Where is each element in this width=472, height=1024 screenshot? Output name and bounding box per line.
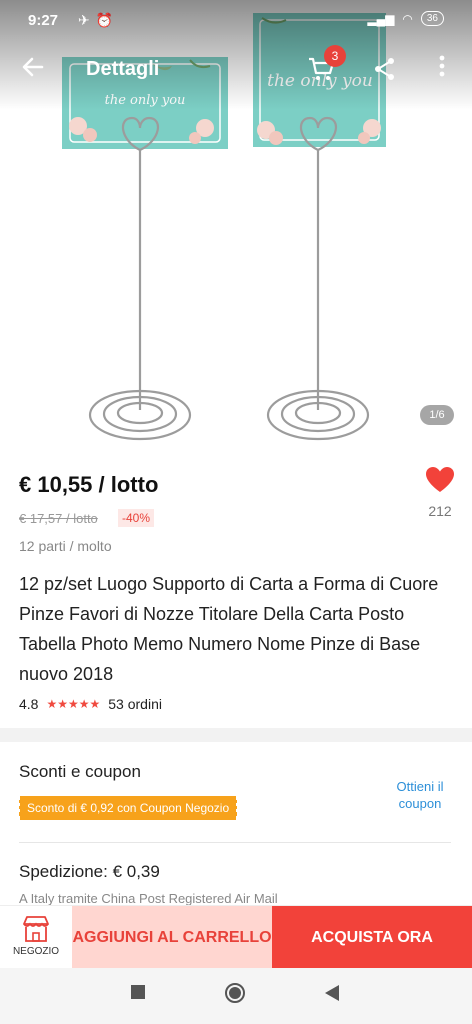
status-notification-icons: ✈⏰ [78, 12, 120, 28]
signal-icon: ▂▄▆ [367, 11, 395, 26]
buy-now-button[interactable]: ACQUISTA ORA [272, 906, 472, 969]
status-bar: 9:27 ✈⏰ ▂▄▆ ◠ 36 [0, 0, 472, 40]
orders-count: 53 ordini [108, 696, 162, 712]
store-icon [23, 916, 49, 942]
wishlist-button[interactable] [425, 466, 457, 496]
share-button[interactable] [372, 56, 398, 82]
rating-row[interactable]: 4.8 ★★★★★ 53 ordini [19, 696, 162, 712]
back-button[interactable] [20, 54, 50, 84]
product-price: € 10,55 / lotto [19, 472, 159, 497]
original-price: € 17,57 / lotto [19, 511, 98, 526]
app-header: Dettagli 3 [0, 40, 472, 100]
recents-square-icon[interactable] [130, 984, 146, 1000]
more-menu-button[interactable] [432, 54, 452, 84]
rating-value: 4.8 [19, 696, 39, 712]
wifi-icon: ◠ [402, 11, 413, 26]
shipping-title[interactable]: Spedizione: € 0,39 [19, 862, 160, 882]
arrow-left-icon [22, 57, 44, 77]
section-divider [0, 728, 472, 742]
add-to-cart-button[interactable]: AGGIUNGI AL CARRELLO [72, 906, 272, 969]
heart-icon [426, 467, 454, 492]
status-right: ▂▄▆ ◠ 36 [367, 11, 444, 26]
coupons-section-title: Sconti e coupon [19, 762, 141, 781]
divider [19, 842, 451, 843]
lot-size: 12 parti / molto [19, 538, 112, 554]
back-triangle-icon[interactable] [324, 984, 340, 1002]
battery-icon: 36 [420, 11, 444, 26]
home-circle-icon[interactable] [224, 982, 246, 1004]
store-label: NEGOZIO [12, 946, 60, 957]
rating-stars-icon: ★★★★★ [46, 697, 101, 711]
store-button[interactable]: NEGOZIO [0, 906, 72, 969]
get-coupon-link[interactable]: Ottieni il coupon [380, 778, 460, 812]
system-nav-bar [0, 968, 472, 1024]
page-title: Dettagli [86, 58, 160, 80]
store-coupon-tag[interactable]: Sconto di € 0,92 con Coupon Negozio [16, 796, 240, 820]
shipping-method: A Italy tramite China Post Registered Ai… [19, 891, 278, 906]
image-pager: 1/6 [420, 405, 454, 425]
status-time: 9:27 [28, 12, 59, 29]
share-icon [375, 58, 394, 80]
product-title: 12 pz/set Luogo Supporto di Carta a Form… [19, 574, 439, 684]
more-vertical-icon [439, 55, 445, 77]
action-bar: NEGOZIO AGGIUNGI AL CARRELLO ACQUISTA OR… [0, 905, 472, 969]
discount-badge: -40% [118, 509, 155, 527]
wishlist-count: 212 [428, 503, 452, 519]
cart-count-badge: 3 [324, 45, 346, 67]
